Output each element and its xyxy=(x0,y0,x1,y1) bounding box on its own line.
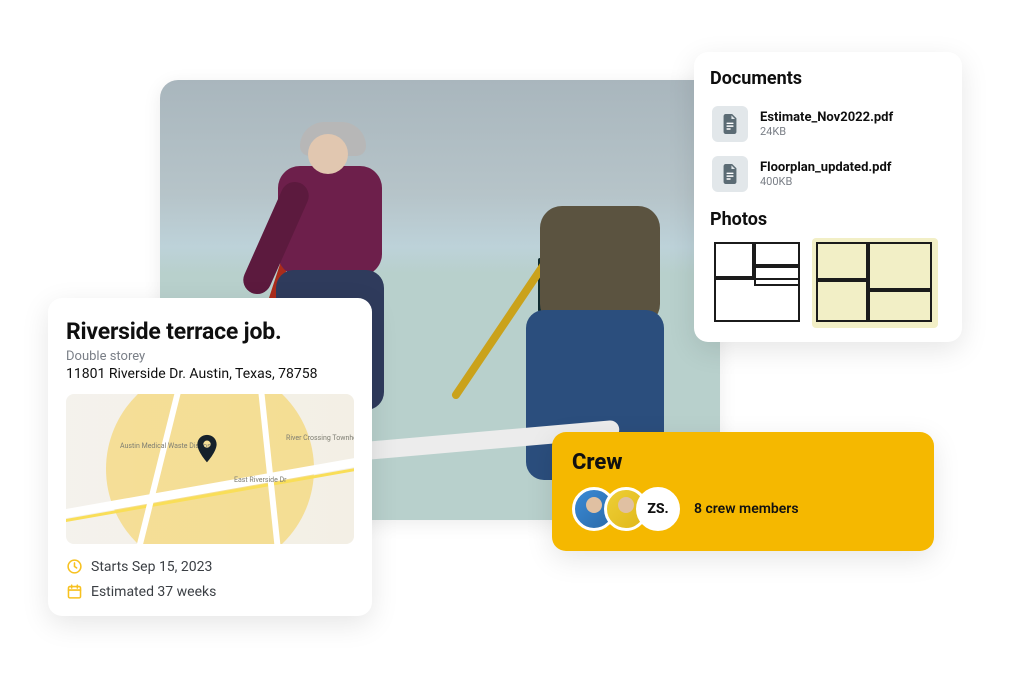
job-location-map[interactable]: Austin Medical Waste Disposal East River… xyxy=(66,394,354,544)
job-subtitle: Double storey xyxy=(66,349,354,364)
documents-heading: Documents xyxy=(710,68,946,89)
documents-card: Documents Estimate_Nov2022.pdf 24KB Floo… xyxy=(694,52,962,342)
map-pin-icon xyxy=(196,435,218,463)
map-street-label: East Riverside Dr xyxy=(234,476,287,484)
crew-heading: Crew xyxy=(572,450,914,475)
document-row[interactable]: Estimate_Nov2022.pdf 24KB xyxy=(710,99,946,149)
document-name: Floorplan_updated.pdf xyxy=(760,160,891,175)
photo-thumbnail[interactable] xyxy=(812,238,938,328)
job-estimate-label: Estimated 37 weeks xyxy=(91,584,216,600)
job-summary-card[interactable]: Riverside terrace job. Double storey 118… xyxy=(48,298,372,616)
photos-grid xyxy=(710,238,946,328)
document-name: Estimate_Nov2022.pdf xyxy=(760,110,893,125)
map-roads xyxy=(66,394,354,544)
job-address: 11801 Riverside Dr. Austin, Texas, 78758 xyxy=(66,366,354,382)
document-size: 24KB xyxy=(760,125,893,138)
job-title: Riverside terrace job. xyxy=(66,318,354,345)
file-icon xyxy=(712,156,748,192)
document-size: 400KB xyxy=(760,175,891,188)
file-icon xyxy=(712,106,748,142)
photo-thumbnail[interactable] xyxy=(710,238,806,328)
job-start-row: Starts Sep 15, 2023 xyxy=(66,558,354,575)
crew-count-label: 8 crew members xyxy=(694,501,799,517)
job-start-label: Starts Sep 15, 2023 xyxy=(91,559,212,575)
crew-card[interactable]: Crew ZS. 8 crew members xyxy=(552,432,934,551)
clock-icon xyxy=(66,558,83,575)
calendar-icon xyxy=(66,583,83,600)
avatar-initials[interactable]: ZS. xyxy=(636,487,680,531)
document-row[interactable]: Floorplan_updated.pdf 400KB xyxy=(710,149,946,199)
map-poi-label: River Crossing Townhomes xyxy=(286,434,354,442)
job-estimate-row: Estimated 37 weeks xyxy=(66,583,354,600)
crew-avatar-stack: ZS. xyxy=(572,487,680,531)
photos-heading: Photos xyxy=(710,209,946,230)
